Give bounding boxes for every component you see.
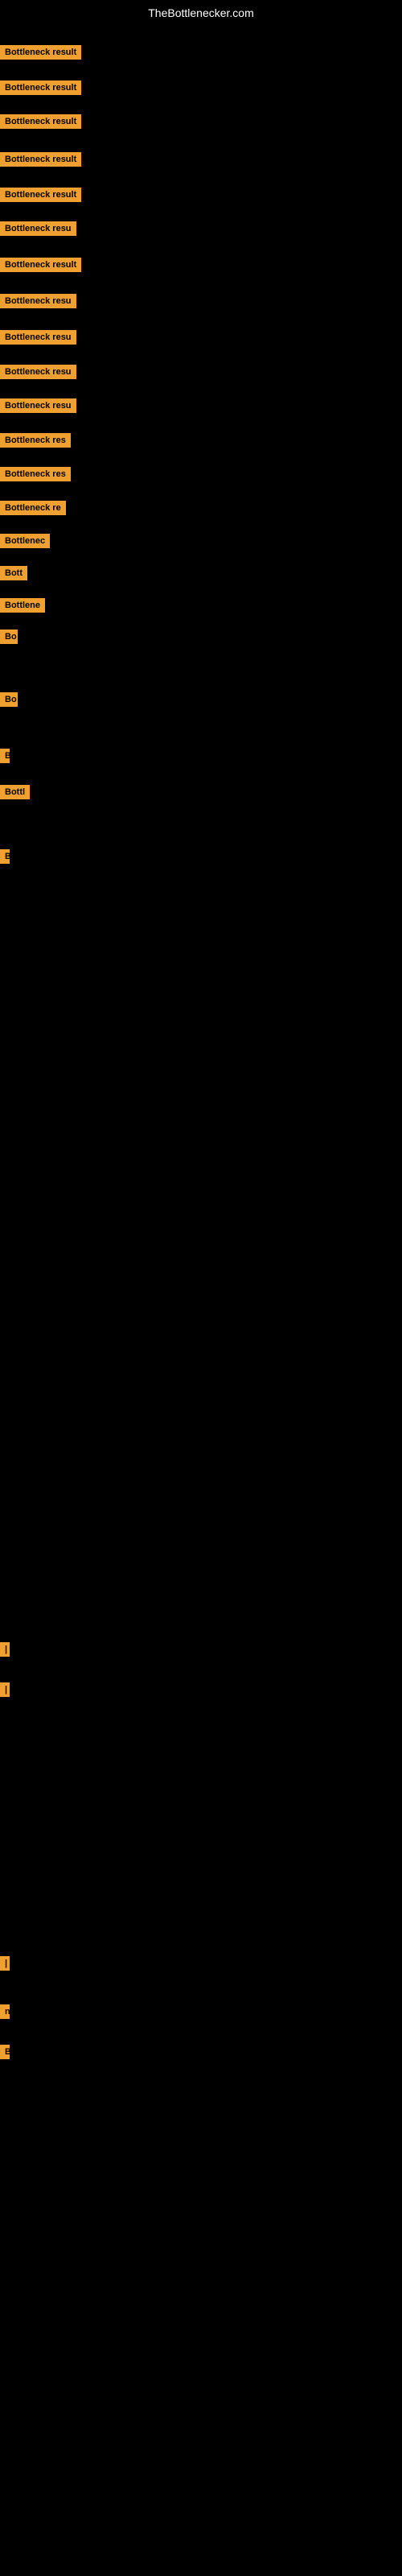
bottleneck-result-item: Bottleneck result bbox=[0, 114, 81, 133]
bottleneck-result-item: | bbox=[0, 1956, 10, 1975]
bottleneck-result-item: | bbox=[0, 1642, 10, 1661]
bottleneck-badge: Bottleneck result bbox=[0, 188, 81, 202]
site-title: TheBottlenecker.com bbox=[0, 0, 402, 26]
bottleneck-result-item: B bbox=[0, 749, 10, 767]
bottleneck-result-item: Bottleneck result bbox=[0, 258, 81, 276]
bottleneck-result-item: Bottleneck result bbox=[0, 45, 81, 64]
bottleneck-badge: B bbox=[0, 2045, 10, 2059]
bottleneck-badge: Bottlene bbox=[0, 598, 45, 613]
bottleneck-badge: Bottleneck re bbox=[0, 501, 66, 515]
bottleneck-badge: | bbox=[0, 1956, 10, 1971]
bottleneck-badge: Bo bbox=[0, 692, 18, 707]
bottleneck-result-item: Bottleneck resu bbox=[0, 330, 76, 349]
bottleneck-badge: Bottleneck result bbox=[0, 114, 81, 129]
bottleneck-badge: Bottleneck resu bbox=[0, 365, 76, 379]
bottleneck-result-item: n bbox=[0, 2004, 10, 2023]
bottleneck-badge: Bottleneck result bbox=[0, 45, 81, 60]
bottleneck-badge: Bo bbox=[0, 630, 18, 644]
bottleneck-badge: Bottleneck res bbox=[0, 433, 71, 448]
bottleneck-badge: Bottleneck result bbox=[0, 152, 81, 167]
bottleneck-result-item: Bottleneck resu bbox=[0, 294, 76, 312]
bottleneck-result-item: Bottlene bbox=[0, 598, 45, 617]
bottleneck-result-item: Bottleneck resu bbox=[0, 365, 76, 383]
bottleneck-result-item: Bo bbox=[0, 630, 18, 648]
bottleneck-badge: Bott bbox=[0, 566, 27, 580]
bottleneck-result-item: Bottleneck resu bbox=[0, 221, 76, 240]
bottleneck-result-item: Bottl bbox=[0, 785, 30, 803]
bottleneck-result-item: | bbox=[0, 1682, 10, 1701]
bottleneck-result-item: Bottleneck result bbox=[0, 80, 81, 99]
bottleneck-result-item: Bott bbox=[0, 566, 27, 584]
bottleneck-result-item: Bottleneck result bbox=[0, 188, 81, 206]
bottleneck-result-item: B bbox=[0, 849, 10, 868]
bottleneck-result-item: Bottleneck res bbox=[0, 467, 71, 485]
bottleneck-result-item: B bbox=[0, 2045, 10, 2063]
bottleneck-badge: B bbox=[0, 849, 10, 864]
bottleneck-result-item: Bottleneck re bbox=[0, 501, 66, 519]
bottleneck-badge: Bottlenec bbox=[0, 534, 50, 548]
bottleneck-result-item: Bo bbox=[0, 692, 18, 711]
bottleneck-badge: Bottl bbox=[0, 785, 30, 799]
bottleneck-badge: B bbox=[0, 749, 10, 763]
bottleneck-badge: Bottleneck resu bbox=[0, 330, 76, 345]
bottleneck-badge: Bottleneck resu bbox=[0, 294, 76, 308]
bottleneck-badge: Bottleneck resu bbox=[0, 398, 76, 413]
bottleneck-result-item: Bottlenec bbox=[0, 534, 50, 552]
bottleneck-result-item: Bottleneck result bbox=[0, 152, 81, 171]
bottleneck-badge: n bbox=[0, 2004, 10, 2019]
bottleneck-badge: Bottleneck res bbox=[0, 467, 71, 481]
bottleneck-badge: Bottleneck resu bbox=[0, 221, 76, 236]
bottleneck-badge: | bbox=[0, 1682, 10, 1697]
bottleneck-badge: Bottleneck result bbox=[0, 258, 81, 272]
bottleneck-badge: | bbox=[0, 1642, 10, 1657]
bottleneck-result-item: Bottleneck res bbox=[0, 433, 71, 452]
bottleneck-badge: Bottleneck result bbox=[0, 80, 81, 95]
bottleneck-result-item: Bottleneck resu bbox=[0, 398, 76, 417]
